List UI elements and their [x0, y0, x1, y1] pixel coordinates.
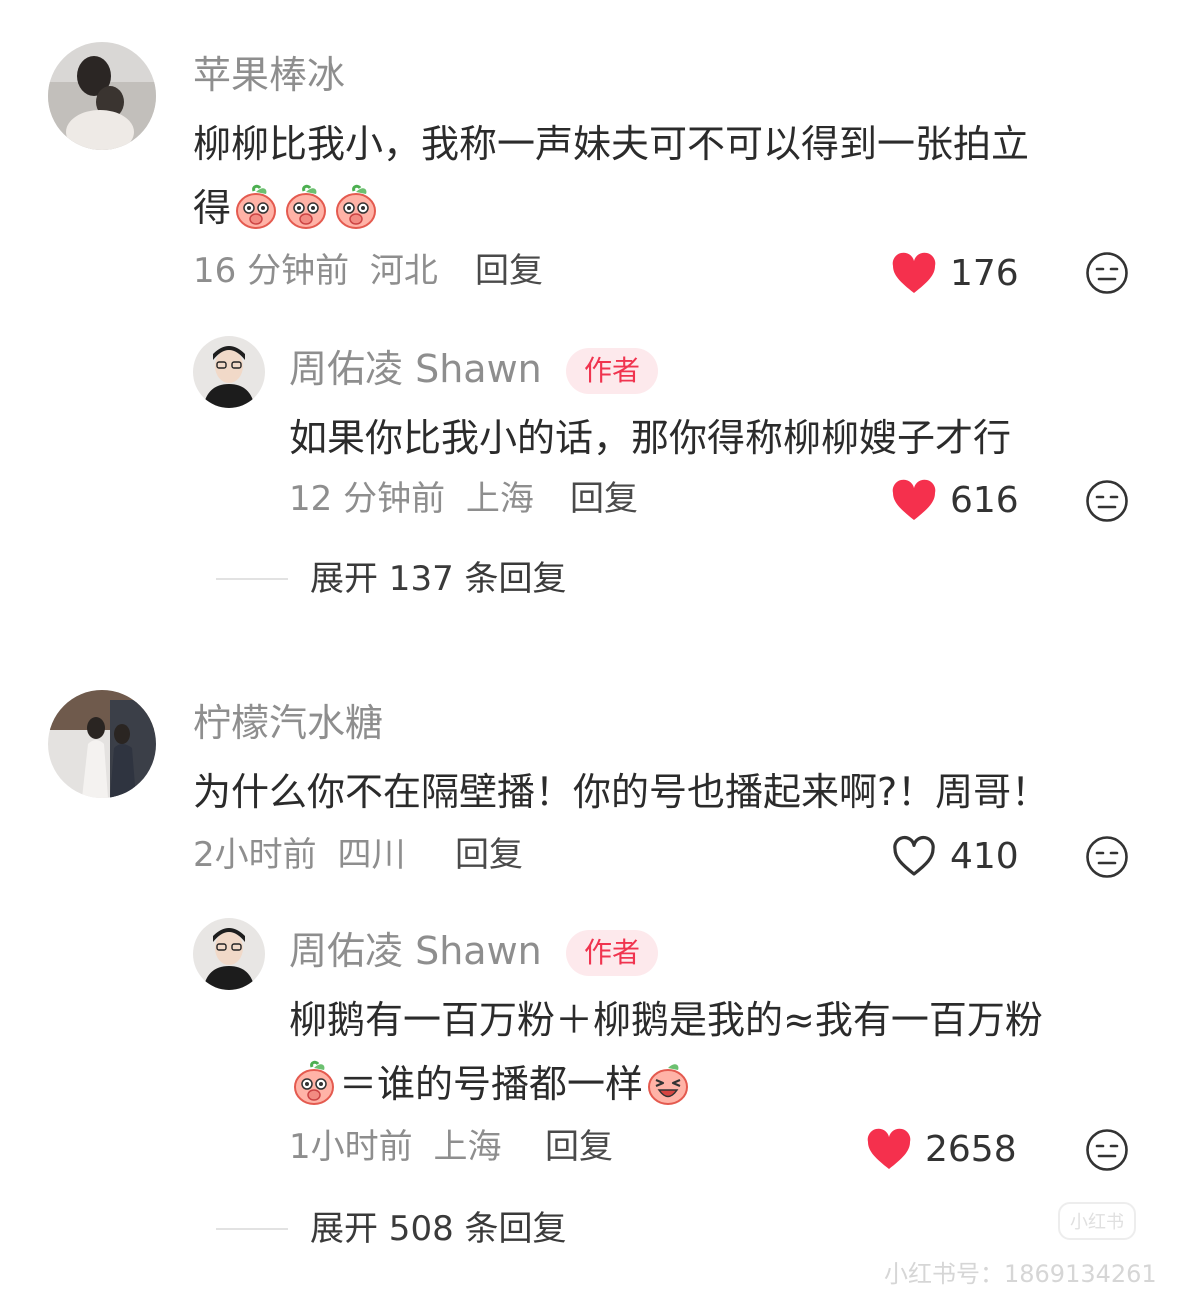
peach-blush-emoji	[232, 183, 280, 231]
comment-text-line: 柳柳比我小，我称一声妹夫可不可以得到一张拍立	[193, 122, 1030, 166]
heart-filled-icon	[890, 477, 938, 525]
react-emoji-icon[interactable]	[1085, 835, 1129, 879]
author-badge: 作者	[566, 930, 659, 976]
heart-filled-icon	[890, 250, 938, 298]
reply-content: 柳鹅有一百万粉＋柳鹅是我的≈我有一百万粉 ＝谁的号播都一样	[289, 988, 1149, 1116]
expand-replies-button[interactable]: 展开 508 条回复	[216, 1212, 567, 1246]
comment-location: 四川	[337, 835, 406, 875]
like-count: 2658	[925, 1129, 1017, 1170]
peach-laugh-emoji	[644, 1059, 692, 1107]
reply-meta: 12 分钟前 上海	[289, 482, 534, 516]
react-emoji-icon[interactable]	[1085, 251, 1129, 295]
reply-location: 上海	[465, 479, 534, 519]
reply-text-line: ＝谁的号播都一样	[289, 1052, 1149, 1116]
reply-time: 12 分钟前	[289, 479, 446, 519]
comment-time: 16 分钟前	[193, 251, 350, 291]
reply-text: ＝谁的号播都一样	[339, 1062, 644, 1106]
like-button[interactable]: 410	[890, 833, 1019, 881]
like-count: 176	[950, 253, 1019, 294]
reply-text-line: 柳鹅有一百万粉＋柳鹅是我的≈我有一百万粉	[289, 998, 1043, 1042]
react-emoji-icon[interactable]	[1085, 1128, 1129, 1172]
like-count: 616	[950, 480, 1019, 521]
avatar[interactable]	[193, 918, 265, 990]
comment-username[interactable]: 苹果棒冰	[193, 56, 345, 94]
reply-location: 上海	[433, 1127, 502, 1167]
comment-text: 得	[193, 186, 232, 230]
like-button[interactable]: 2658	[865, 1126, 1017, 1174]
author-badge: 作者	[566, 348, 659, 394]
peach-blush-emoji	[290, 1059, 338, 1107]
watermark-text: 小红书号：1869134261	[884, 1260, 1157, 1288]
comment-content: 为什么你不在隔壁播！你的号也播起来啊?！周哥！	[193, 770, 1050, 814]
avatar[interactable]	[193, 336, 265, 408]
comment-content: 柳柳比我小，我称一声妹夫可不可以得到一张拍立 得	[193, 112, 1153, 240]
heart-filled-icon	[865, 1126, 913, 1174]
reply-button[interactable]: 回复	[455, 838, 523, 872]
comment-username[interactable]: 柠檬汽水糖	[193, 704, 383, 742]
divider	[216, 1228, 288, 1230]
reply-content: 如果你比我小的话，那你得称柳柳嫂子才行	[289, 416, 1012, 460]
like-button[interactable]: 616	[890, 477, 1019, 525]
comment-meta: 2小时前 四川	[193, 838, 405, 872]
heart-outline-icon	[890, 833, 938, 881]
comment-time: 2小时前	[193, 835, 317, 875]
reply-button[interactable]: 回复	[545, 1130, 613, 1164]
expand-replies-button[interactable]: 展开 137 条回复	[216, 562, 567, 596]
comment-meta: 16 分钟前 河北	[193, 254, 438, 288]
react-emoji-icon[interactable]	[1085, 479, 1129, 523]
reply-meta: 1小时前 上海	[289, 1130, 501, 1164]
expand-replies-label: 展开 508 条回复	[310, 1209, 567, 1249]
avatar[interactable]	[48, 690, 156, 798]
comment-text-line: 得	[193, 176, 1153, 240]
peach-blush-emoji	[332, 183, 380, 231]
peach-blush-emoji	[282, 183, 330, 231]
like-count: 410	[950, 836, 1019, 877]
expand-replies-label: 展开 137 条回复	[310, 559, 567, 599]
divider	[216, 578, 288, 580]
comment-location: 河北	[369, 251, 438, 291]
avatar[interactable]	[48, 42, 156, 150]
reply-username[interactable]: 周佑凌 Shawn	[289, 932, 542, 970]
reply-username[interactable]: 周佑凌 Shawn	[289, 350, 542, 388]
reply-button[interactable]: 回复	[570, 482, 638, 516]
reply-button[interactable]: 回复	[475, 254, 543, 288]
like-button[interactable]: 176	[890, 250, 1019, 298]
reply-time: 1小时前	[289, 1127, 413, 1167]
watermark-logo: 小红书	[1058, 1202, 1136, 1240]
